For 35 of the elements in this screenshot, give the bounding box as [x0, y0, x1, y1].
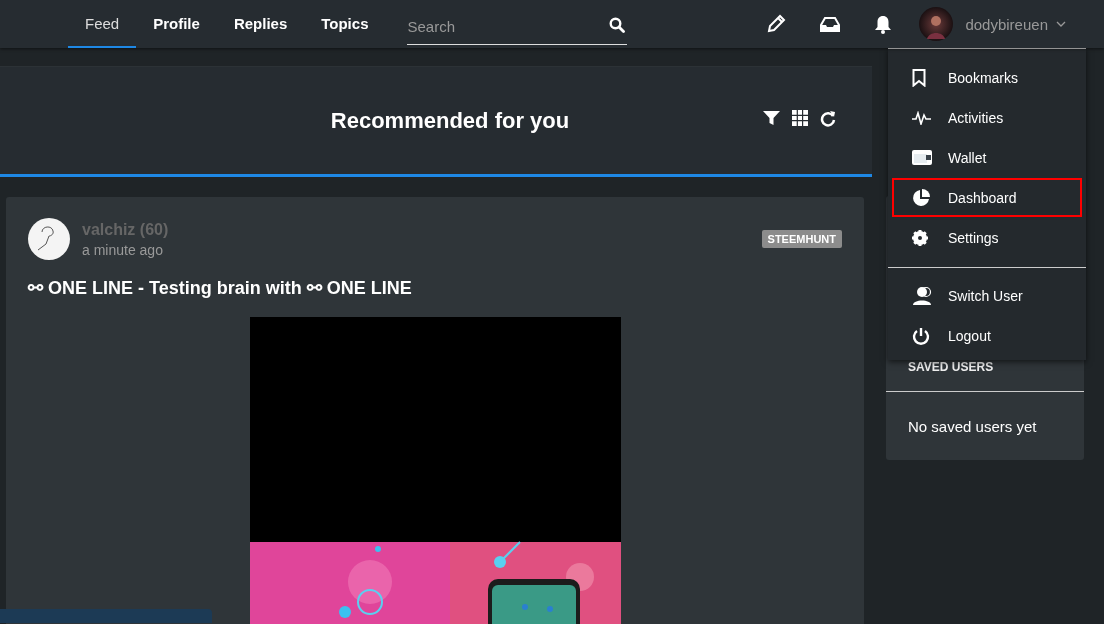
power-icon [912, 326, 930, 345]
menu-item[interactable]: Wallet [892, 138, 1082, 177]
users-icon [912, 286, 934, 305]
pulse-icon [912, 110, 932, 125]
username[interactable]: dodybireuen [965, 15, 1048, 33]
post-title[interactable]: ⚯ ONE LINE - Testing brain with ⚯ ONE LINE [28, 277, 842, 299]
wallet-icon [912, 150, 932, 165]
nav-tab[interactable]: Profile [136, 0, 217, 48]
menu-item[interactable]: Logout [892, 316, 1082, 355]
bell-icon[interactable] [874, 14, 893, 34]
panel-heading: SAVED USERS [907, 360, 995, 376]
pencil-icon[interactable] [766, 14, 787, 34]
user-avatar[interactable] [919, 7, 954, 41]
refresh-icon[interactable] [820, 110, 836, 127]
bookmark-icon [912, 68, 926, 87]
menu-item[interactable]: Bookmarks [892, 58, 1082, 97]
empty-message: No saved users yet [886, 391, 1084, 460]
search-field[interactable]: Search [407, 9, 628, 45]
nav-tab[interactable]: Replies [216, 0, 305, 48]
menu-item[interactable]: Dashboard [892, 178, 1082, 217]
search-icon[interactable] [609, 17, 626, 33]
settings-icon [912, 229, 928, 246]
author-avatar[interactable] [28, 218, 70, 260]
inbox-icon[interactable] [820, 16, 841, 32]
menu-item[interactable]: Settings [892, 218, 1082, 257]
nav-tab[interactable]: Feed [68, 0, 137, 48]
menu-item[interactable]: Activities [892, 98, 1082, 137]
grid-icon[interactable] [792, 110, 808, 126]
nav-tab[interactable]: Topics [304, 0, 386, 48]
section-title: Recommended for you [329, 107, 570, 134]
filter-icon[interactable] [763, 110, 780, 126]
pie-chart-icon [912, 188, 930, 207]
caret-icon[interactable] [1056, 21, 1066, 27]
post-time: a minute ago [82, 241, 164, 258]
menu-item[interactable]: Switch User [892, 276, 1082, 315]
